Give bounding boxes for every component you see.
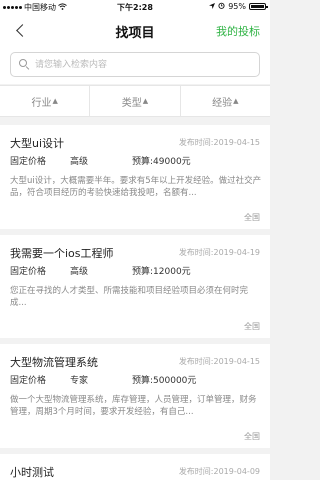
filter-experience[interactable]: 经验 ▲	[181, 86, 270, 116]
project-date: 发布时间:2019-04-19	[178, 248, 260, 257]
nav-bar: 找项目 我的投标	[0, 14, 270, 46]
budget-value: 12000元	[153, 267, 191, 277]
budget: 预算:49000元	[132, 154, 191, 167]
budget-label: 预算:	[132, 157, 154, 167]
search-icon	[19, 59, 30, 70]
project-description: 做一个大型物流管理系统，库存管理，人员管理，订单管理，财务管理，周期3个月时间，…	[10, 395, 257, 417]
budget-value: 500000元	[153, 376, 197, 386]
project-title: 大型物流管理系统	[10, 356, 98, 369]
budget-value: 49000元	[153, 157, 191, 167]
triangle-up-icon: ▲	[52, 97, 58, 105]
budget: 预算:500000元	[132, 373, 196, 386]
project-card[interactable]: 我需要一个ios工程师 发布时间:2019-04-19 固定价格 高级 预算:1…	[0, 235, 270, 338]
project-description: 您正在寻找的人才类型、所需技能和项目经验项目必须在何时完成...	[10, 286, 249, 308]
project-region: 全国	[244, 432, 260, 441]
project-meta: 固定价格 高级 预算:49000元	[10, 154, 191, 167]
search-input[interactable]	[35, 56, 250, 74]
project-meta: 固定价格 专家 预算:500000元	[10, 373, 196, 386]
project-card[interactable]: 大型物流管理系统 发布时间:2019-04-15 固定价格 专家 预算:5000…	[0, 344, 270, 448]
filter-industry-label: 行业	[31, 97, 52, 109]
filter-bar: 行业 ▲ 类型 ▲ 经验 ▲	[0, 85, 270, 117]
project-title: 我需要一个ios工程师	[10, 247, 114, 260]
budget-label: 预算:	[132, 267, 154, 277]
filter-type[interactable]: 类型 ▲	[90, 86, 181, 116]
project-date: 发布时间:2019-04-15	[178, 357, 260, 366]
triangle-up-icon: ▲	[142, 97, 149, 105]
search-box[interactable]	[10, 52, 260, 77]
project-region: 全国	[244, 213, 260, 222]
project-card[interactable]: 大型ui设计 发布时间:2019-04-15 固定价格 高级 预算:49000元…	[0, 125, 270, 229]
project-description: 大型ui设计，大概需要半年。要求有5年以上开发经验。做过社交产品，符合项目经历的…	[10, 176, 262, 198]
skill-level: 高级	[70, 157, 89, 167]
budget-label: 预算:	[132, 376, 154, 386]
project-card[interactable]: 小时测试 发布时间:2019-04-09	[0, 454, 270, 480]
project-title: 大型ui设计	[10, 137, 65, 150]
budget: 预算:12000元	[132, 264, 191, 277]
project-region: 全国	[244, 322, 260, 331]
pricing-type: 固定价格	[10, 376, 47, 386]
status-right: 95%	[209, 2, 268, 11]
my-bids-button[interactable]: 我的投标	[216, 23, 260, 39]
status-bar: 中国移动 下午2:28 95%	[0, 0, 270, 14]
filter-industry[interactable]: 行业 ▲	[0, 86, 91, 116]
battery-icon	[249, 3, 268, 10]
battery-percent: 95%	[228, 2, 246, 11]
project-title: 小时测试	[10, 466, 54, 479]
filter-type-label: 类型	[121, 97, 142, 109]
project-meta: 固定价格 高级 预算:12000元	[10, 264, 191, 277]
pricing-type: 固定价格	[10, 157, 47, 167]
project-date: 发布时间:2019-04-15	[178, 138, 260, 147]
skill-level: 高级	[70, 267, 89, 277]
project-date: 发布时间:2019-04-09	[178, 467, 260, 476]
location-icon	[209, 2, 216, 11]
alarm-icon	[218, 2, 225, 11]
triangle-up-icon: ▲	[233, 97, 239, 105]
skill-level: 专家	[70, 376, 89, 386]
pricing-type: 固定价格	[10, 267, 47, 277]
search-section	[0, 46, 270, 84]
filter-experience-label: 经验	[212, 97, 233, 109]
